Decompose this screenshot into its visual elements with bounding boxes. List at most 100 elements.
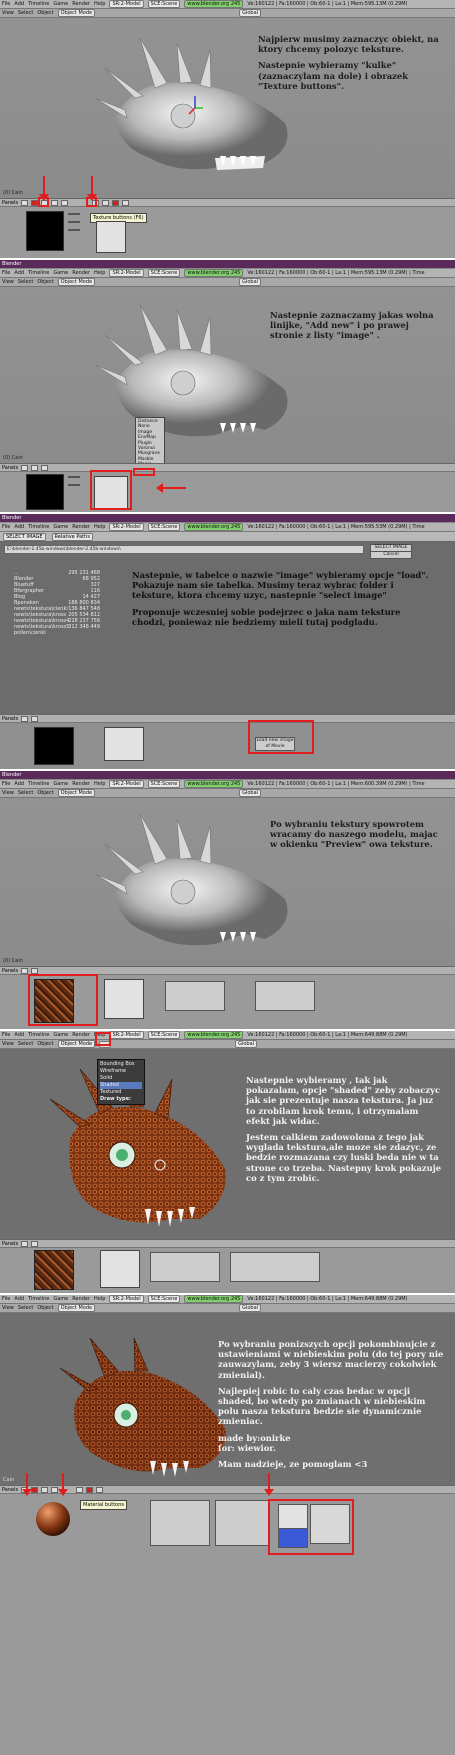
scene-selector[interactable]: SCE:Scene — [147, 523, 181, 531]
menu-add[interactable]: Add — [14, 524, 24, 530]
lamp-icon[interactable] — [76, 1486, 84, 1493]
menu-file[interactable]: File — [2, 524, 10, 530]
menu-timeline[interactable]: Timeline — [28, 1, 49, 7]
menu-help[interactable]: Help — [94, 1, 105, 7]
panels-label[interactable]: Panels — [2, 200, 18, 206]
screen-selector[interactable]: SR:2-Model — [109, 1031, 144, 1039]
menu-file[interactable]: File — [2, 1032, 10, 1038]
scene-selector[interactable]: SCE:Scene — [147, 1295, 181, 1303]
menu-game[interactable]: Game — [53, 781, 68, 787]
relative-paths-toggle[interactable]: Relative Paths — [51, 532, 93, 541]
image-options-block[interactable] — [255, 981, 315, 1011]
object-menu[interactable]: Object — [37, 279, 53, 285]
orientation-selector[interactable]: Global — [235, 1040, 258, 1048]
menu-render[interactable]: Render — [72, 270, 90, 276]
file-path-field[interactable]: E:\blender-2.45b-windows\blender-2.45b-w… — [4, 545, 364, 554]
menu-add[interactable]: Add — [14, 1, 24, 7]
menu-render[interactable]: Render — [72, 524, 90, 530]
logic-icon[interactable] — [21, 715, 29, 722]
menu-timeline[interactable]: Timeline — [28, 1296, 49, 1302]
view-menu[interactable]: View — [2, 790, 14, 796]
menu-file[interactable]: File — [2, 1, 10, 7]
screen-selector[interactable]: SR:2-Model — [109, 523, 144, 531]
menu-render[interactable]: Render — [72, 781, 90, 787]
select-menu[interactable]: Select — [18, 1305, 33, 1311]
select-menu[interactable]: Select — [18, 1041, 33, 1047]
object-menu[interactable]: Object — [37, 790, 53, 796]
texture-channel-list[interactable] — [104, 979, 144, 1019]
object-menu[interactable]: Object — [37, 1041, 53, 1047]
scene-selector[interactable]: SCE:Scene — [147, 269, 181, 277]
preview-lamp-button[interactable] — [68, 229, 80, 231]
mode-selector[interactable]: Object Mode — [57, 9, 96, 17]
image-options-block[interactable] — [230, 1252, 320, 1282]
shading-icon[interactable] — [31, 1486, 39, 1493]
screen-selector[interactable]: SR:2-Model — [109, 269, 144, 277]
orientation-selector[interactable]: Global — [239, 1304, 262, 1312]
menu-file[interactable]: File — [2, 781, 10, 787]
menu-timeline[interactable]: Timeline — [28, 524, 49, 530]
object-icon[interactable] — [41, 1486, 49, 1493]
mode-selector[interactable]: Object Mode — [57, 1304, 96, 1312]
draw-item[interactable]: Shaded — [100, 1082, 142, 1089]
scene-selector[interactable]: SCE:Scene — [147, 780, 181, 788]
material-buttons-icon[interactable] — [86, 1486, 94, 1493]
menu-add[interactable]: Add — [14, 1296, 24, 1302]
logic-icon[interactable] — [21, 1240, 29, 1247]
menu-timeline[interactable]: Timeline — [28, 270, 49, 276]
draw-item[interactable]: Bounding Box — [100, 1061, 142, 1068]
menu-add[interactable]: Add — [14, 781, 24, 787]
menu-file[interactable]: File — [2, 270, 10, 276]
draw-item[interactable]: Wireframe — [100, 1068, 142, 1075]
scene-icon[interactable] — [61, 199, 69, 206]
menu-file[interactable]: File — [2, 1296, 10, 1302]
panels-label[interactable]: Panels — [2, 968, 18, 974]
menu-help[interactable]: Help — [94, 781, 105, 787]
texture-channel-list[interactable] — [104, 727, 144, 761]
panels-label[interactable]: Panels — [2, 1241, 18, 1247]
menu-game[interactable]: Game — [53, 270, 68, 276]
mode-selector[interactable]: Object Mode — [57, 1040, 96, 1048]
preview-mat-button[interactable] — [68, 476, 80, 478]
mode-selector[interactable]: Object Mode — [57, 278, 96, 286]
menu-help[interactable]: Help — [94, 524, 105, 530]
logic-icon[interactable] — [21, 464, 29, 471]
menu-render[interactable]: Render — [72, 1, 90, 7]
menu-game[interactable]: Game — [53, 1296, 68, 1302]
object-icon[interactable] — [41, 464, 49, 471]
preview-world-button[interactable] — [68, 484, 80, 486]
shading-icon[interactable] — [31, 715, 39, 722]
menu-timeline[interactable]: Timeline — [28, 1032, 49, 1038]
view-menu[interactable]: View — [2, 1041, 14, 1047]
scene-selector[interactable]: SCE:Scene — [147, 1031, 181, 1039]
shading-icon[interactable] — [31, 464, 39, 471]
menu-help[interactable]: Help — [94, 270, 105, 276]
mode-selector[interactable]: Object Mode — [57, 789, 96, 797]
logic-icon[interactable] — [21, 199, 29, 206]
menu-add[interactable]: Add — [14, 1032, 24, 1038]
menu-game[interactable]: Game — [53, 1032, 68, 1038]
panels-label[interactable]: Panels — [2, 1487, 18, 1493]
panels-label[interactable]: Panels — [2, 465, 18, 471]
menu-render[interactable]: Render — [72, 1032, 90, 1038]
select-menu[interactable]: Select — [18, 279, 33, 285]
orientation-selector[interactable]: Global — [239, 789, 262, 797]
image-settings-block[interactable] — [165, 981, 225, 1011]
view-menu[interactable]: View — [2, 1305, 14, 1311]
draw-item[interactable]: Solid — [100, 1075, 142, 1082]
menu-game[interactable]: Game — [53, 524, 68, 530]
shading-icon[interactable] — [31, 1240, 39, 1247]
object-menu[interactable]: Object — [37, 1305, 53, 1311]
texture-channel-list[interactable] — [96, 221, 126, 253]
screen-selector[interactable]: SR:2-Model — [109, 1295, 144, 1303]
screen-selector[interactable]: SR:2-Model — [109, 0, 144, 8]
cancel-button[interactable]: Cancel — [370, 551, 412, 559]
shading-icon[interactable] — [31, 967, 39, 974]
texture-buttons-icon[interactable] — [112, 199, 120, 206]
orientation-selector[interactable]: Global — [239, 9, 262, 17]
select-menu[interactable]: Select — [18, 790, 33, 796]
texture-channel-list[interactable] — [100, 1250, 140, 1288]
file-item[interactable]: pollen\cienki — [14, 630, 84, 636]
screen-selector[interactable]: SR:2-Model — [109, 780, 144, 788]
panels-label[interactable]: Panels — [2, 716, 18, 722]
